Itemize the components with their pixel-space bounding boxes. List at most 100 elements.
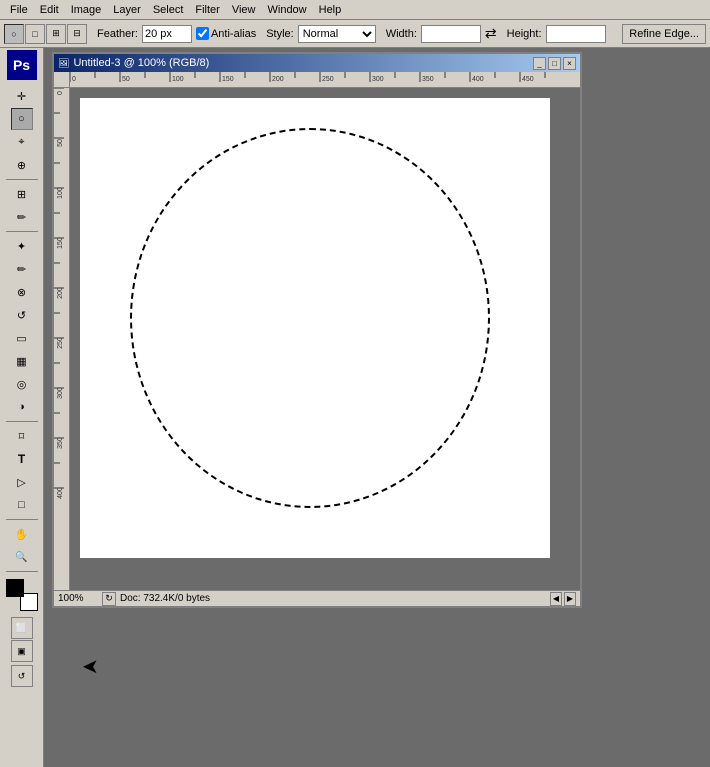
text-tool[interactable] — [11, 448, 33, 470]
menu-edit[interactable]: Edit — [34, 3, 65, 17]
style-label: Style: — [266, 28, 294, 40]
svg-text:300: 300 — [57, 387, 64, 399]
style-select[interactable]: Normal Fixed Ratio Fixed Size — [298, 25, 376, 43]
blur-icon — [17, 378, 27, 391]
screen-mode-btn[interactable]: ▣ — [11, 640, 33, 662]
svg-text:250: 250 — [57, 337, 64, 349]
dodge-icon — [18, 401, 25, 413]
eraser-tool[interactable] — [11, 327, 33, 349]
separator-2 — [6, 231, 38, 232]
zoom-icon — [15, 551, 27, 563]
menu-image[interactable]: Image — [65, 3, 108, 17]
brush-tool[interactable]: ✏ — [11, 258, 33, 280]
feather-input[interactable] — [142, 25, 192, 43]
swap-dimensions-btn[interactable]: ⇄ — [485, 25, 497, 42]
height-input[interactable] — [546, 25, 606, 43]
svg-text:50: 50 — [122, 76, 130, 83]
menu-view[interactable]: View — [226, 3, 262, 17]
rect-select-btn[interactable]: □ — [25, 24, 45, 44]
quick-mask-icon: ⬜ — [16, 623, 27, 634]
status-fwd-btn[interactable]: ▶ — [564, 592, 576, 606]
screen-mode-icon: ▣ — [17, 646, 26, 657]
maximize-btn[interactable]: □ — [548, 57, 561, 70]
separator-4 — [6, 519, 38, 520]
width-input[interactable] — [421, 25, 481, 43]
status-nav: ◀ ▶ — [550, 592, 576, 606]
arrow-pointer: ➤ — [82, 654, 99, 679]
add-to-selection-btn[interactable]: ⊞ — [46, 24, 66, 44]
svg-text:350: 350 — [422, 76, 434, 83]
quick-select-tool[interactable] — [11, 154, 33, 176]
move-tool[interactable] — [11, 85, 33, 107]
clone-tool[interactable] — [11, 281, 33, 303]
history-brush-tool[interactable] — [11, 304, 33, 326]
shape-tool[interactable] — [11, 494, 33, 516]
brush-icon: ✏ — [17, 263, 26, 276]
quick-mask-btn[interactable]: ⬜ — [11, 617, 33, 639]
canvas-document — [80, 98, 550, 558]
svg-text:450: 450 — [522, 76, 534, 83]
dodge-tool[interactable] — [11, 396, 33, 418]
main-layout: Ps ○ — [0, 48, 710, 767]
svg-text:400: 400 — [472, 76, 484, 83]
gradient-tool[interactable] — [11, 350, 33, 372]
doc-icon: 🖼 — [58, 58, 69, 69]
path-select-tool[interactable] — [11, 471, 33, 493]
shape-icon — [18, 499, 25, 511]
menu-layer[interactable]: Layer — [107, 3, 147, 17]
separator-3 — [6, 421, 38, 422]
menu-filter[interactable]: Filter — [189, 3, 225, 17]
eraser-icon — [16, 332, 26, 345]
antialias-label: Anti-alias — [196, 27, 256, 40]
crop-tool[interactable] — [11, 183, 33, 205]
ellipse-select-btn[interactable]: ○ — [4, 24, 24, 44]
marquee-tool-group: ○ — [11, 108, 33, 130]
color-boxes — [6, 579, 38, 611]
ellipse-marquee-icon: ○ — [18, 113, 25, 125]
menu-help[interactable]: Help — [313, 3, 348, 17]
status-back-btn[interactable]: ◀ — [550, 592, 562, 606]
height-label: Height: — [507, 28, 542, 40]
ps-logo: Ps — [7, 50, 37, 80]
options-bar: ○ □ ⊞ ⊟ Feather: Anti-alias Style: Norma… — [0, 20, 710, 48]
crop-icon — [17, 188, 26, 201]
foreground-color[interactable] — [6, 579, 24, 597]
toolbox: Ps ○ — [0, 48, 44, 767]
pen-icon — [19, 430, 25, 443]
menu-window[interactable]: Window — [262, 3, 313, 17]
heal-tool[interactable] — [11, 235, 33, 257]
history-brush-icon — [17, 309, 26, 322]
canvas-area[interactable] — [70, 88, 580, 590]
document-title: Untitled-3 @ 100% (RGB/8) — [73, 57, 531, 69]
blur-tool[interactable] — [11, 373, 33, 395]
refine-edge-button[interactable]: Refine Edge... — [622, 24, 706, 44]
refresh-btn[interactable]: ↻ — [102, 592, 116, 606]
lasso-tool[interactable] — [11, 131, 33, 153]
subtract-from-selection-btn[interactable]: ⊟ — [67, 24, 87, 44]
antialias-checkbox[interactable] — [196, 27, 209, 40]
close-btn[interactable]: × — [563, 57, 576, 70]
svg-text:0: 0 — [57, 91, 64, 95]
width-label: Width: — [386, 28, 417, 40]
svg-text:100: 100 — [57, 187, 64, 199]
zoom-tool[interactable] — [11, 546, 33, 568]
menu-select[interactable]: Select — [147, 3, 190, 17]
svg-text:300: 300 — [372, 76, 384, 83]
eyedropper-tool[interactable] — [11, 206, 33, 228]
document-titlebar[interactable]: 🖼 Untitled-3 @ 100% (RGB/8) _ □ × — [54, 54, 580, 72]
svg-text:200: 200 — [57, 287, 64, 299]
ellipse-selection — [130, 128, 490, 508]
heal-icon — [17, 240, 26, 253]
menu-bar: File Edit Image Layer Select Filter View… — [0, 0, 710, 20]
svg-text:100: 100 — [172, 76, 184, 83]
minimize-btn[interactable]: _ — [533, 57, 546, 70]
ellipse-marquee-tool[interactable]: ○ — [11, 108, 33, 130]
bridge-btn[interactable]: ↺ — [11, 665, 33, 687]
hand-icon — [15, 528, 29, 541]
svg-text:400: 400 — [57, 487, 64, 499]
feather-label: Feather: — [97, 28, 138, 40]
ruler-vertical: 0 50 100 150 200 250 300 350 400 — [54, 88, 70, 590]
hand-tool[interactable] — [11, 523, 33, 545]
menu-file[interactable]: File — [4, 3, 34, 17]
pen-tool[interactable] — [11, 425, 33, 447]
